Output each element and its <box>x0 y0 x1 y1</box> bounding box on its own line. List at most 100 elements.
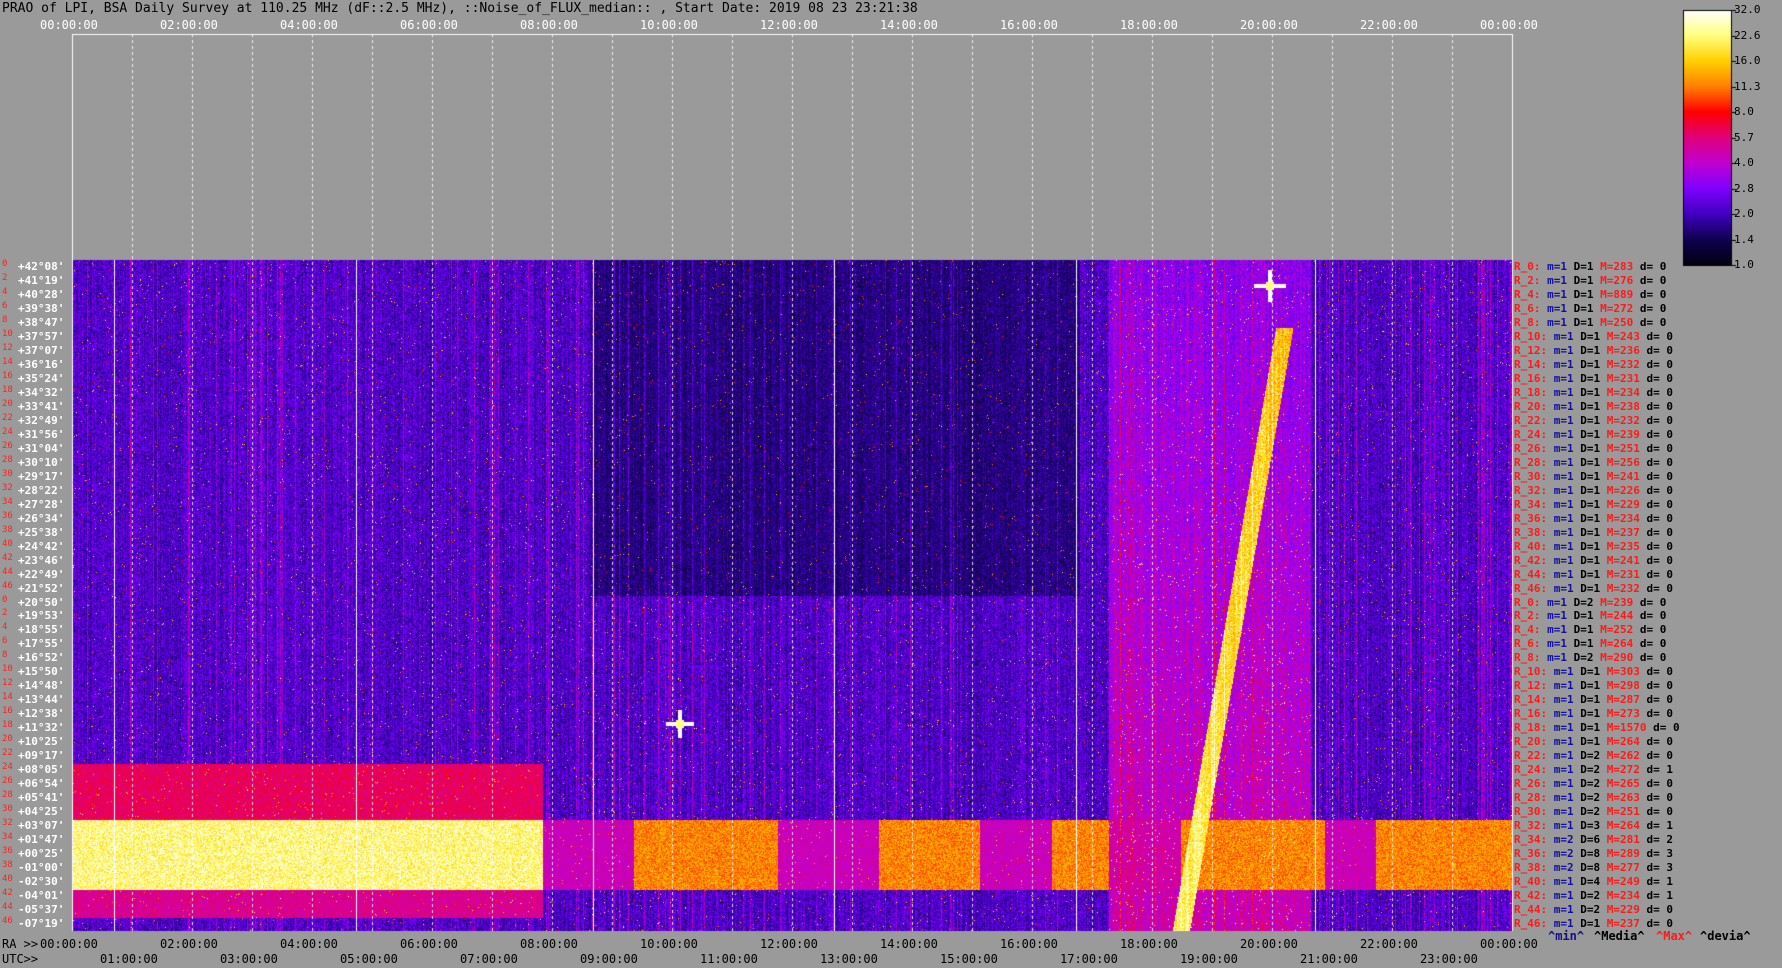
row-number: 20 <box>2 734 13 745</box>
row-stat-mn: m=1 <box>1553 903 1581 917</box>
row-stat-dv: d= 0 <box>1646 707 1674 721</box>
row-stat-mn: m=2 <box>1553 833 1581 847</box>
row-stat-dv: d= 0 <box>1646 399 1674 413</box>
row-stat-mx: M=232 <box>1606 581 1647 595</box>
row-stat-mx: M=249 <box>1606 875 1647 889</box>
row-stat-mx: M=281 <box>1606 833 1647 847</box>
row-number: 24 <box>2 426 13 437</box>
utc-tick-label: 23:00:00 <box>1420 952 1478 966</box>
row-stat-rl: R_12: <box>1514 343 1554 357</box>
row-declination: +26°34' <box>18 511 65 525</box>
row-stat-rl: R_28: <box>1514 791 1554 805</box>
row-stat-rl: R_44: <box>1514 903 1554 917</box>
row-stat-dv: d= 0 <box>1646 805 1674 819</box>
row-stat-dd: D=1 <box>1580 679 1607 693</box>
row-stat-mx: M=229 <box>1606 497 1647 511</box>
row-stat: R_6: m=1 D=1 M=272 d= 0 <box>1514 302 1666 315</box>
row-number: 26 <box>2 440 13 451</box>
row-stat-mn: m=1 <box>1553 511 1581 525</box>
row-stat-rl: R_24: <box>1514 427 1554 441</box>
row-stat-mn: m=1 <box>1553 497 1581 511</box>
row-stat-mn: m=1 <box>1553 791 1581 805</box>
row-stat-mn: m=1 <box>1553 427 1581 441</box>
row-stat-dv: d= 0 <box>1653 721 1680 735</box>
row-stat-dd: D=1 <box>1580 581 1607 595</box>
row-declination: +18°55' <box>18 623 65 637</box>
row-number: 14 <box>2 356 13 367</box>
row-stat-mn: m=1 <box>1547 273 1574 287</box>
row-stat-dd: D=8 <box>1580 861 1607 875</box>
row-declination: +27°28' <box>18 497 65 511</box>
row-stat-dd: D=1 <box>1580 539 1607 553</box>
row-declination: +14°48' <box>18 679 65 693</box>
row-number: 8 <box>2 314 8 325</box>
row-stat-mn: m=1 <box>1553 707 1581 721</box>
row-stat-rl: R_8: <box>1514 651 1548 665</box>
row-stat-mx: M=236 <box>1606 343 1647 357</box>
row-stat-rl: R_10: <box>1514 329 1554 343</box>
row-stat-rl: R_42: <box>1514 889 1554 903</box>
top-tick-label: 04:00:00 <box>280 18 338 32</box>
row-stat-dv: d= 0 <box>1646 791 1674 805</box>
row-stat: R_32: m=1 D=3 M=264 d= 1 <box>1514 819 1673 832</box>
row-stat-dd: D=8 <box>1580 847 1607 861</box>
row-number: 42 <box>2 888 13 899</box>
row-stat-mn: m=1 <box>1553 875 1581 889</box>
row-number: 16 <box>2 370 13 381</box>
row-stat-mx: M=232 <box>1606 357 1647 371</box>
row-declination: +06°54' <box>18 777 65 791</box>
row-stat: R_40: m=1 D=1 M=235 d= 0 <box>1514 540 1673 553</box>
row-stat-dv: d= 0 <box>1646 679 1674 693</box>
row-stat-mn: m=1 <box>1553 819 1581 833</box>
row-stat-mx: M=251 <box>1606 441 1647 455</box>
row-declination: -02°30' <box>18 875 65 889</box>
utc-tick-label: 09:00:00 <box>580 952 638 966</box>
row-declination: +25°38' <box>18 525 65 539</box>
row-stat-dv: d= 3 <box>1646 847 1674 861</box>
row-stat-mn: m=1 <box>1553 469 1581 483</box>
row-stat-mx: M=239 <box>1600 595 1640 609</box>
row-stat-mn: m=1 <box>1553 371 1581 385</box>
row-declination: +21°52' <box>18 581 65 595</box>
row-declination: +16°52' <box>18 651 65 665</box>
row-stat-dv: d= 0 <box>1639 637 1667 651</box>
row-declination: +10°25' <box>18 735 65 749</box>
row-number: 0 <box>2 594 8 605</box>
row-stat-dd: D=1 <box>1580 497 1607 511</box>
top-tick-label: 14:00:00 <box>880 18 938 32</box>
row-stat-dd: D=1 <box>1580 413 1607 427</box>
row-stat-dd: D=1 <box>1580 707 1607 721</box>
row-stat-rl: R_20: <box>1514 399 1554 413</box>
row-stat-mx: M=889 <box>1600 287 1640 301</box>
row-stat: R_20: m=1 D=1 M=238 d= 0 <box>1514 400 1673 413</box>
row-declination: +31°56' <box>18 427 65 441</box>
row-stat-rl: R_34: <box>1514 833 1554 847</box>
row-stat-dd: D=1 <box>1580 721 1607 735</box>
row-stat-mx: M=283 <box>1600 260 1640 273</box>
row-stat-rl: R_28: <box>1514 455 1554 469</box>
row-stat-rl: R_22: <box>1514 749 1554 763</box>
row-stat-mn: m=1 <box>1547 301 1574 315</box>
row-number: 30 <box>2 468 13 479</box>
row-stat-mn: m=1 <box>1553 805 1581 819</box>
row-stat-dd: D=1 <box>1580 469 1607 483</box>
row-stat-mn: m=1 <box>1553 665 1581 679</box>
row-number: 22 <box>2 412 13 423</box>
row-stat-dv: d= 0 <box>1639 609 1667 623</box>
row-stat-mn: m=1 <box>1553 329 1581 343</box>
row-stat: R_28: m=1 D=2 M=263 d= 0 <box>1514 791 1673 804</box>
row-stat-dd: D=1 <box>1580 343 1607 357</box>
top-tick-label: 18:00:00 <box>1120 18 1178 32</box>
row-stat-rl: R_10: <box>1514 665 1554 679</box>
row-stat-mn: m=1 <box>1553 693 1581 707</box>
row-declination: +40°28' <box>18 287 65 301</box>
row-stat-mx: M=273 <box>1606 707 1647 721</box>
row-stat-mn: m=1 <box>1553 399 1581 413</box>
top-tick-label: 06:00:00 <box>400 18 458 32</box>
colorbar-tick-label: 22.6 <box>1734 28 1761 42</box>
row-stat-mx: M=244 <box>1600 609 1640 623</box>
row-stat-dv: d= 0 <box>1646 483 1674 497</box>
row-stat-dv: d= 0 <box>1646 539 1674 553</box>
row-stat: R_8: m=1 D=2 M=290 d= 0 <box>1514 651 1666 664</box>
row-stat-dd: D=1 <box>1573 260 1601 273</box>
